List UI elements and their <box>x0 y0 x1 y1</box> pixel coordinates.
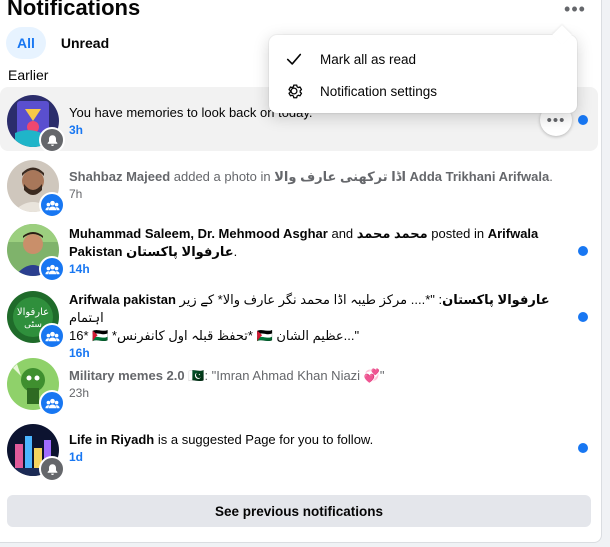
avatar: عارفوالا سٹی <box>7 291 65 349</box>
avatar <box>7 95 65 153</box>
notification-text: Muhammad Saleem, Dr. Mehmood Asghar and … <box>69 225 562 277</box>
notification-message: Military memes 2.0 🇵🇰: "Imran Ahmad Khan… <box>69 367 562 385</box>
bell-icon <box>39 456 65 482</box>
avatar <box>7 160 65 218</box>
message-text: and <box>327 226 357 241</box>
notification-message: Shahbaz Majeed added a photo in اڈا ترکھ… <box>69 168 562 186</box>
message-text: added a photo in <box>170 169 275 184</box>
group-icon <box>39 390 65 416</box>
notification-time: 7h <box>69 187 83 201</box>
actor-name-2: محمد محمد <box>356 226 428 241</box>
notification-item[interactable]: Muhammad Saleem, Dr. Mehmood Asghar and … <box>0 222 598 288</box>
actor-name: Military memes 2.0 <box>69 368 185 383</box>
svg-text:عارفوالا: عارفوالا <box>17 307 49 318</box>
unread-indicator <box>578 246 588 256</box>
group-icon <box>39 256 65 282</box>
notification-time: 14h <box>69 262 90 276</box>
group-icon <box>39 323 65 349</box>
notification-text: Arifwala pakistan عارفوالا پاکستان: "*..… <box>69 291 562 361</box>
actor-name: Life in Riyadh <box>69 432 155 447</box>
page-title: Notifications <box>7 0 141 20</box>
unread-indicator <box>578 312 588 322</box>
options-dropdown: Mark all as read Notification settings <box>269 35 577 113</box>
notification-time: 23h <box>69 386 90 400</box>
notification-text: Military memes 2.0 🇵🇰: "Imran Ahmad Khan… <box>69 367 562 401</box>
menu-item-label: Notification settings <box>320 83 438 99</box>
filter-tabs: All Unread <box>6 27 120 59</box>
notifications-panel: Notifications ••• All Unread Earlier You… <box>0 0 602 543</box>
notification-message: Life in Riyadh is a suggested Page for y… <box>69 431 562 449</box>
notification-item[interactable]: Military memes 2.0 🇵🇰: "Imran Ahmad Khan… <box>0 355 598 419</box>
tab-unread[interactable]: Unread <box>50 27 120 59</box>
notification-time: 3h <box>69 123 84 137</box>
notification-text: Life in Riyadh is a suggested Page for y… <box>69 431 562 465</box>
avatar <box>7 358 65 416</box>
section-label-earlier: Earlier <box>8 67 49 83</box>
notification-item[interactable]: Shahbaz Majeed added a photo in اڈا ترکھ… <box>0 155 598 219</box>
unread-indicator <box>578 115 588 125</box>
svg-text:سٹی: سٹی <box>24 320 42 330</box>
mark-all-read-menu-item[interactable]: Mark all as read <box>277 43 569 75</box>
message-text-2: posted in <box>427 226 488 241</box>
menu-item-label: Mark all as read <box>320 51 417 67</box>
notification-settings-menu-item[interactable]: Notification settings <box>277 75 569 107</box>
notification-text: Shahbaz Majeed added a photo in اڈا ترکھ… <box>69 168 562 202</box>
notification-message: Muhammad Saleem, Dr. Mehmood Asghar and … <box>69 225 562 261</box>
more-icon: ••• <box>564 0 586 19</box>
avatar <box>7 224 65 282</box>
more-options-button[interactable]: ••• <box>560 0 590 20</box>
message-end: . <box>549 169 553 184</box>
notification-item[interactable]: عارفوالا سٹی Arifwala pakistan عارفوالا … <box>0 289 598 360</box>
message-text: : "Imran Ahmad Khan Niazi 💞" <box>204 368 385 383</box>
notification-time: 1d <box>69 450 84 464</box>
more-icon: ••• <box>546 111 566 129</box>
group-name: اڈا ترکھنی عارف والا Adda Trikhani Arifw… <box>274 169 550 184</box>
actor-name: Shahbaz Majeed <box>69 169 171 184</box>
notification-message-line2: 16* 🇵🇸 *تحفظ قبلہ اول کانفرنس* 🇵🇸 عظیم ا… <box>69 328 360 343</box>
avatar <box>7 424 65 482</box>
notification-message: Arifwala pakistan عارفوالا پاکستان: "*..… <box>69 291 562 327</box>
message-end: . <box>233 244 238 259</box>
see-previous-button[interactable]: See previous notifications <box>7 495 591 527</box>
actor-name: Muhammad Saleem, Dr. Mehmood Asghar <box>69 226 328 241</box>
check-icon <box>283 48 305 70</box>
tab-all[interactable]: All <box>6 27 46 59</box>
gear-icon <box>283 80 305 102</box>
scrollbar[interactable] <box>603 0 610 547</box>
notification-item[interactable]: Life in Riyadh is a suggested Page for y… <box>0 420 598 486</box>
unread-indicator <box>578 443 588 453</box>
pakistan-flag-icon: 🇵🇰 <box>188 368 205 383</box>
message-text: is a suggested Page for you to follow. <box>154 432 374 447</box>
bell-icon <box>39 127 65 153</box>
group-icon <box>39 192 65 218</box>
